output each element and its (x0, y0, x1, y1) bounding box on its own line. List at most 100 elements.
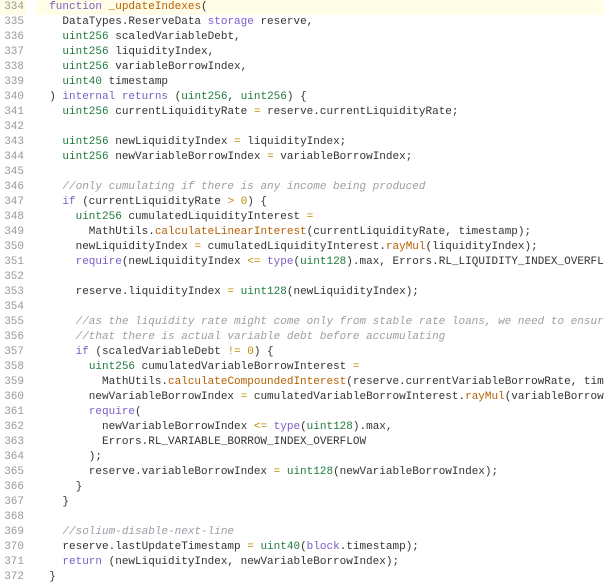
code-token: (currentLiquidityRate (76, 196, 228, 208)
line-number: 345 (0, 165, 26, 180)
code-token: MathUtils. (36, 226, 155, 238)
line-number: 344 (0, 150, 26, 165)
code-line[interactable] (36, 510, 604, 525)
code-line[interactable]: newVariableBorrowIndex = cumulatedVariab… (36, 390, 604, 405)
code-line[interactable]: reserve.lastUpdateTimestamp = uint40(blo… (36, 540, 604, 555)
code-token: ).max, (353, 421, 393, 433)
code-line[interactable]: function _updateIndexes( (36, 0, 604, 15)
code-line[interactable]: uint256 newLiquidityIndex = liquidityInd… (36, 135, 604, 150)
code-line[interactable]: } (36, 495, 604, 510)
code-line[interactable]: //that there is actual variable debt bef… (36, 330, 604, 345)
code-line[interactable] (36, 120, 604, 135)
code-line[interactable]: uint40 timestamp (36, 75, 604, 90)
code-token: cumulatedVariableBorrowInterest. (247, 391, 465, 403)
code-token: = (247, 541, 254, 553)
code-token: = (353, 361, 360, 373)
code-token: uint256 (62, 151, 108, 163)
code-token (36, 61, 62, 73)
line-number: 361 (0, 405, 26, 420)
code-line[interactable] (36, 165, 604, 180)
code-token (280, 466, 287, 478)
line-number: 364 (0, 450, 26, 465)
line-number: 356 (0, 330, 26, 345)
line-number: 353 (0, 285, 26, 300)
code-token: cumulatedVariableBorrowInterest (135, 361, 353, 373)
code-line[interactable]: //only cumulating if there is any income… (36, 180, 604, 195)
code-token: , (227, 91, 240, 103)
code-token (36, 181, 62, 193)
code-token (36, 346, 76, 358)
line-number: 359 (0, 375, 26, 390)
code-token: reserve.currentLiquidityRate; (260, 106, 458, 118)
code-token: cumulatedLiquidityInterest (122, 211, 307, 223)
code-token: MathUtils. (36, 376, 168, 388)
code-token (36, 361, 89, 373)
code-line[interactable]: ) internal returns (uint256, uint256) { (36, 90, 604, 105)
code-line[interactable]: newVariableBorrowIndex <= type(uint128).… (36, 420, 604, 435)
code-token: reserve.liquidityIndex (36, 286, 227, 298)
code-line[interactable]: reserve.variableBorrowIndex = uint128(ne… (36, 465, 604, 480)
code-area[interactable]: function _updateIndexes( DataTypes.Reser… (34, 0, 604, 585)
code-line[interactable]: return (newLiquidityIndex, newVariableBo… (36, 555, 604, 570)
code-token (267, 421, 274, 433)
code-line[interactable]: uint256 liquidityIndex, (36, 45, 604, 60)
code-token (36, 31, 62, 43)
code-line[interactable]: ); (36, 450, 604, 465)
code-token: uint256 (241, 91, 287, 103)
code-line[interactable]: } (36, 570, 604, 585)
code-token (36, 316, 76, 328)
line-number: 338 (0, 60, 26, 75)
code-token: block (307, 541, 340, 553)
line-number: 352 (0, 270, 26, 285)
line-number: 354 (0, 300, 26, 315)
code-line[interactable]: uint256 cumulatedVariableBorrowInterest … (36, 360, 604, 375)
code-line[interactable]: uint256 variableBorrowIndex, (36, 60, 604, 75)
code-line[interactable]: if (scaledVariableDebt != 0) { (36, 345, 604, 360)
code-line[interactable]: MathUtils.calculateCompoundedInterest(re… (36, 375, 604, 390)
code-token: } (36, 496, 69, 508)
line-number: 355 (0, 315, 26, 330)
code-line[interactable]: uint256 scaledVariableDebt, (36, 30, 604, 45)
code-token: ) { (254, 346, 274, 358)
code-token: (variableBorrowIndex); (505, 391, 604, 403)
line-number: 366 (0, 480, 26, 495)
code-token: function (49, 1, 102, 13)
code-editor: 3343353363373383393403413423433443453463… (0, 0, 604, 585)
code-token: newVariableBorrowIndex (109, 151, 267, 163)
code-line[interactable]: MathUtils.calculateLinearInterest(curren… (36, 225, 604, 240)
code-token: ( (201, 1, 208, 13)
code-token: (reserve.currentVariableBorrowRate, time… (346, 376, 604, 388)
line-number: 372 (0, 570, 26, 585)
code-line[interactable]: require( (36, 405, 604, 420)
code-token (36, 46, 62, 58)
line-number-gutter: 3343353363373383393403413423433443453463… (0, 0, 34, 585)
code-line[interactable]: require(newLiquidityIndex <= type(uint12… (36, 255, 604, 270)
code-line[interactable]: uint256 newVariableBorrowIndex = variabl… (36, 150, 604, 165)
code-token: internal (62, 91, 115, 103)
code-token: 0 (247, 346, 254, 358)
code-line[interactable]: if (currentLiquidityRate > 0) { (36, 195, 604, 210)
code-line[interactable]: Errors.RL_VARIABLE_BORROW_INDEX_OVERFLOW (36, 435, 604, 450)
code-line[interactable]: uint256 cumulatedLiquidityInterest = (36, 210, 604, 225)
code-token (36, 406, 89, 418)
code-token: uint128 (287, 466, 333, 478)
code-line[interactable]: reserve.liquidityIndex = uint128(newLiqu… (36, 285, 604, 300)
code-line[interactable] (36, 300, 604, 315)
code-line[interactable]: } (36, 480, 604, 495)
code-line[interactable]: newLiquidityIndex = cumulatedLiquidityIn… (36, 240, 604, 255)
line-number: 349 (0, 225, 26, 240)
code-token: ( (168, 91, 181, 103)
code-token: //that there is actual variable debt bef… (76, 331, 446, 343)
code-line[interactable]: uint256 currentLiquidityRate = reserve.c… (36, 105, 604, 120)
code-token (36, 256, 76, 268)
line-number: 343 (0, 135, 26, 150)
code-line[interactable]: //solium-disable-next-line (36, 525, 604, 540)
line-number: 363 (0, 435, 26, 450)
code-token: (newLiquidityIndex); (287, 286, 419, 298)
code-line[interactable] (36, 270, 604, 285)
code-line[interactable]: DataTypes.ReserveData storage reserve, (36, 15, 604, 30)
code-token: type (267, 256, 293, 268)
code-token: .timestamp); (340, 541, 419, 553)
code-token: ) { (247, 196, 267, 208)
code-line[interactable]: //as the liquidity rate might come only … (36, 315, 604, 330)
